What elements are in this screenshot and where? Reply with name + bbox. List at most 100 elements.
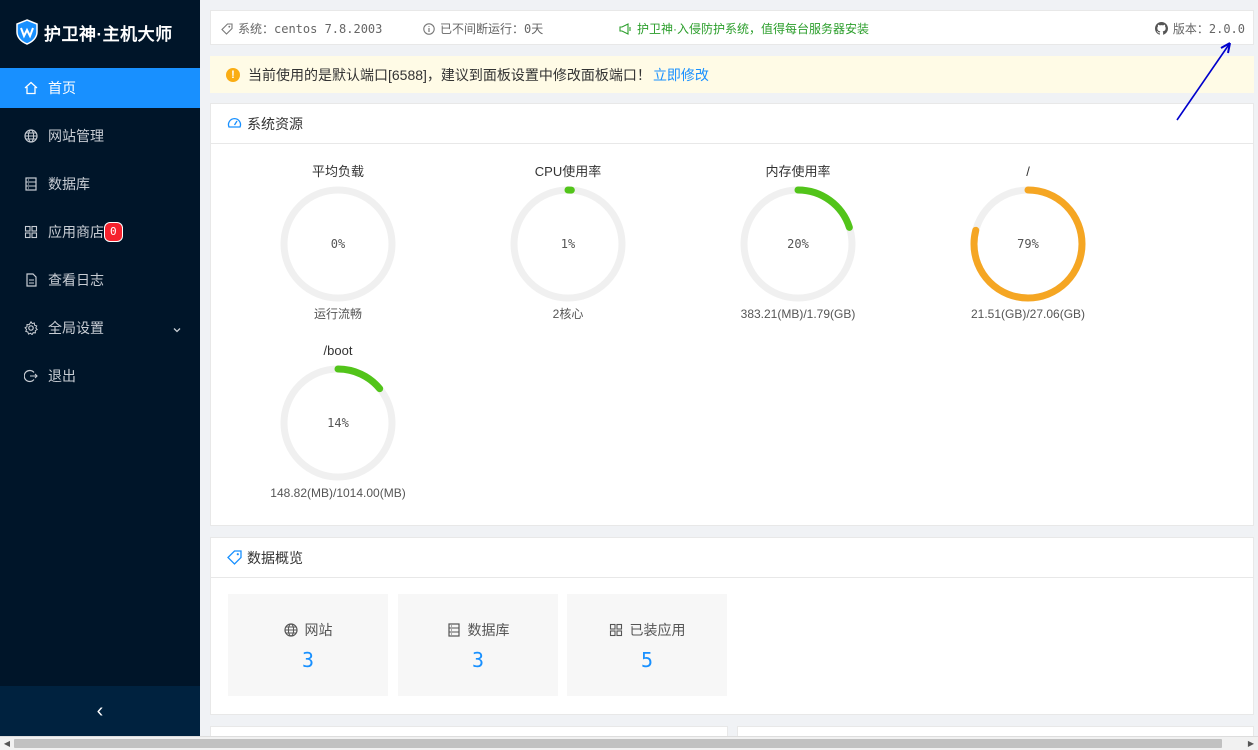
github-icon bbox=[1154, 22, 1168, 35]
gauge-subtitle: 383.21(MB)/1.79(GB) bbox=[740, 307, 856, 321]
globe-icon bbox=[24, 129, 38, 143]
system-info: 系统：centos 7.8.2003 bbox=[221, 20, 382, 37]
gauge-percent: 79% bbox=[1017, 237, 1039, 251]
stat-databases[interactable]: 数据库 3 bbox=[398, 594, 558, 696]
gauge-title: / bbox=[1026, 164, 1030, 179]
stat-label: 已装应用 bbox=[629, 622, 686, 638]
sidebar-item-settings[interactable]: 全局设置 bbox=[0, 308, 200, 348]
stat-label: 数据库 bbox=[467, 622, 510, 638]
gauge-0: 平均负载 0% 运行流畅 bbox=[218, 162, 458, 322]
promo-link[interactable]: 护卫神·入侵防护系统，值得每台服务器安装 bbox=[619, 20, 869, 37]
uptime-text: 已不间断运行：0天 bbox=[440, 22, 544, 36]
gauge-3: / 79% 21.51(GB)/27.06(GB) bbox=[908, 162, 1148, 322]
app-store-badge: 0 bbox=[105, 223, 122, 241]
gauge-ring: 1% bbox=[510, 186, 626, 302]
stat-installed-apps[interactable]: 已装应用 5 bbox=[567, 594, 727, 696]
chevron-down-icon bbox=[172, 322, 182, 338]
gauge-title: 内存使用率 bbox=[765, 164, 831, 179]
gauge-title: 平均负载 bbox=[311, 164, 364, 179]
default-port-alert: ! 当前使用的是默认端口[6588]，建议到面板设置中修改面板端口！ 立即修改 bbox=[210, 56, 1254, 93]
data-overview-card: 数据概览 网站 3 数据库 3 已装应用 5 bbox=[210, 537, 1254, 715]
scrollbar-thumb[interactable] bbox=[14, 739, 1222, 748]
gauge-subtitle: 21.51(GB)/27.06(GB) bbox=[970, 307, 1086, 321]
annotation-arrow-icon bbox=[1176, 42, 1231, 121]
gauge-percent: 20% bbox=[787, 237, 809, 251]
megaphone-icon bbox=[619, 22, 631, 35]
gauge-percent: 0% bbox=[331, 237, 346, 251]
sidebar-item-label: 查看日志 bbox=[48, 272, 104, 288]
chevron-left-icon: ‹ bbox=[96, 699, 104, 722]
uptime-info: 已不间断运行：0天 bbox=[423, 20, 543, 37]
dashboard-icon bbox=[227, 117, 242, 128]
shield-logo-icon bbox=[16, 19, 38, 45]
sidebar-item-label: 网站管理 bbox=[48, 128, 104, 144]
gauge-title: CPU使用率 bbox=[534, 164, 602, 179]
tag-icon bbox=[221, 22, 233, 35]
globe-icon bbox=[283, 623, 298, 637]
card-header: 系统资源 bbox=[211, 104, 1253, 144]
top-status-bar: 系统：centos 7.8.2003 已不间断运行：0天 护卫神·入侵防护系统，… bbox=[210, 10, 1254, 45]
alert-text: 当前使用的是默认端口[6588]，建议到面板设置中修改面板端口！ bbox=[248, 66, 651, 83]
card-title: 数据概览 bbox=[247, 549, 303, 566]
database-icon bbox=[447, 623, 460, 637]
system-text: 系统：centos 7.8.2003 bbox=[238, 22, 383, 36]
tag-icon bbox=[227, 550, 242, 565]
stat-label: 网站 bbox=[304, 622, 333, 638]
system-resources-card: 系统资源 平均负载 0% 运行流畅 CPU使用率 1% 2核心 内存使用率 20% 383.21… bbox=[210, 103, 1254, 526]
sidebar-item-label: 应用商店 bbox=[48, 224, 104, 240]
database-icon bbox=[24, 177, 38, 191]
gauge-subtitle: 2核心 bbox=[552, 307, 584, 321]
apps-icon bbox=[609, 623, 622, 637]
gauge-ring: 0% bbox=[280, 186, 396, 302]
scroll-right-icon[interactable]: ▶ bbox=[1244, 737, 1258, 750]
sidebar-item-label: 首页 bbox=[48, 80, 76, 96]
sidebar-item-database[interactable]: 数据库 bbox=[0, 164, 200, 204]
gauge-subtitle: 148.82(MB)/1014.00(MB) bbox=[270, 486, 406, 500]
info-icon bbox=[423, 22, 435, 35]
stat-value: 3 bbox=[301, 648, 315, 672]
warning-icon: ! bbox=[226, 67, 240, 82]
gauge-1: CPU使用率 1% 2核心 bbox=[448, 162, 688, 322]
version-info[interactable]: 版本：2.0.0 bbox=[1154, 20, 1245, 37]
sidebar-item-app-store[interactable]: 应用商店 0 bbox=[0, 212, 200, 252]
gauge-subtitle: 运行流畅 bbox=[313, 307, 362, 321]
horizontal-scrollbar[interactable]: ◀ ▶ bbox=[0, 736, 1258, 750]
sidebar-item-label: 退出 bbox=[48, 368, 76, 384]
stat-websites[interactable]: 网站 3 bbox=[228, 594, 388, 696]
sidebar-item-logs[interactable]: 查看日志 bbox=[0, 260, 200, 300]
stat-label-row: 数据库 bbox=[398, 620, 558, 640]
stat-value: 3 bbox=[471, 648, 485, 672]
logout-icon bbox=[24, 369, 38, 383]
gauge-2: 内存使用率 20% 383.21(MB)/1.79(GB) bbox=[678, 162, 918, 322]
gauge-percent: 1% bbox=[561, 237, 576, 251]
sidebar-menu: 首页 网站管理 数据库 应用商店 0 查看日志 全局设置 退出 bbox=[0, 68, 200, 396]
gauge-percent: 14% bbox=[327, 416, 349, 430]
gear-icon bbox=[24, 321, 38, 335]
stat-label-row: 网站 bbox=[228, 620, 388, 640]
log-icon bbox=[24, 273, 38, 287]
sidebar: 护卫神·主机大师 首页 网站管理 数据库 应用商店 0 查看日志 全局设置 退出… bbox=[0, 0, 200, 750]
gauge-ring: 14% bbox=[280, 365, 396, 481]
brand[interactable]: 护卫神·主机大师 bbox=[0, 0, 200, 64]
home-icon bbox=[24, 81, 38, 95]
stat-label-row: 已装应用 bbox=[567, 620, 727, 640]
sidebar-item-label: 数据库 bbox=[48, 176, 90, 192]
apps-icon bbox=[24, 225, 38, 239]
gauge-ring: 79% bbox=[970, 186, 1086, 302]
sidebar-item-home[interactable]: 首页 bbox=[0, 68, 200, 108]
version-text: 版本：2.0.0 bbox=[1172, 22, 1245, 36]
sidebar-collapse-button[interactable]: ‹ bbox=[0, 686, 200, 736]
sidebar-item-logout[interactable]: 退出 bbox=[0, 356, 200, 396]
modify-port-link[interactable]: 立即修改 bbox=[653, 65, 709, 85]
sidebar-item-label: 全局设置 bbox=[48, 320, 104, 336]
main-content: 系统：centos 7.8.2003 已不间断运行：0天 护卫神·入侵防护系统，… bbox=[200, 0, 1258, 750]
card-header: 数据概览 bbox=[211, 538, 1253, 578]
stat-value: 5 bbox=[640, 648, 654, 672]
gauge-4: /boot 14% 148.82(MB)/1014.00(MB) bbox=[218, 341, 458, 501]
sidebar-item-websites[interactable]: 网站管理 bbox=[0, 116, 200, 156]
card-title: 系统资源 bbox=[247, 115, 303, 132]
scroll-left-icon[interactable]: ◀ bbox=[0, 737, 14, 750]
brand-title: 护卫神·主机大师 bbox=[44, 24, 173, 44]
promo-text: 护卫神·入侵防护系统，值得每台服务器安装 bbox=[637, 22, 869, 36]
gauge-title: /boot bbox=[323, 343, 353, 358]
